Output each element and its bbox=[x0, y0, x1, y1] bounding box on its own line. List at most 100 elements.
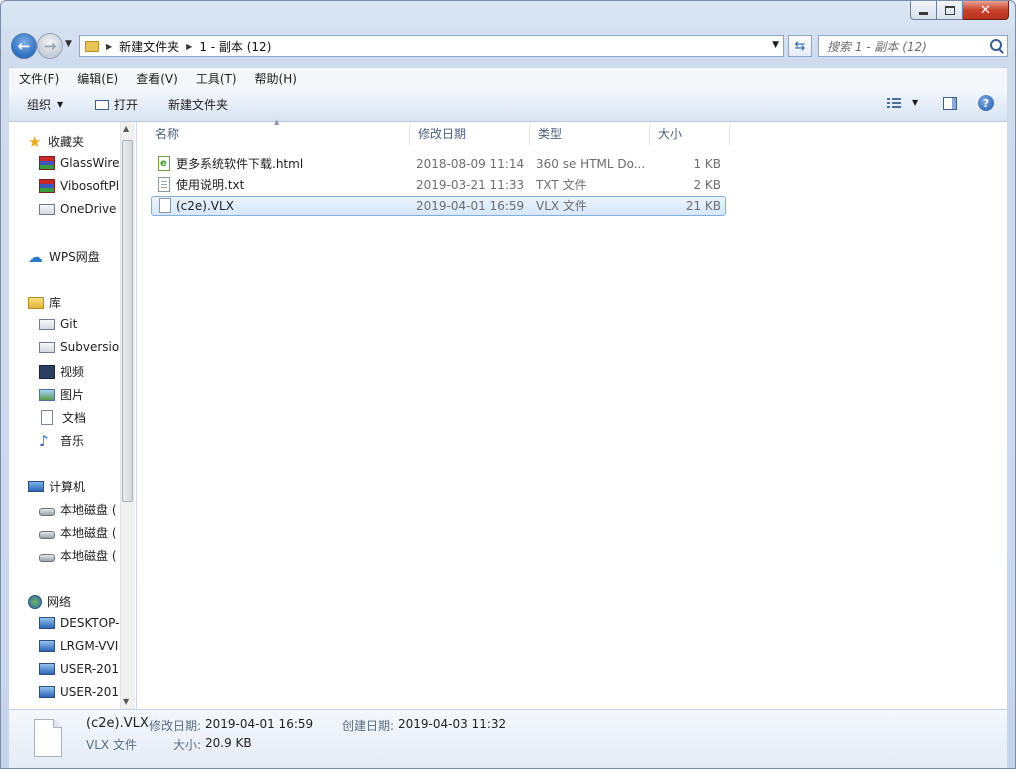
search-input[interactable] bbox=[825, 37, 989, 57]
file-row[interactable]: 更多系统软件下载.html 2018-08-09 11:14 360 se HT… bbox=[151, 154, 726, 174]
cloud-icon: ☁ bbox=[28, 247, 43, 266]
nav-item-documents[interactable]: 文档 bbox=[41, 409, 86, 426]
network-computer-icon bbox=[39, 640, 55, 652]
help-icon[interactable]: ? bbox=[978, 95, 994, 111]
nav-label: 本地磁盘 ( bbox=[60, 526, 117, 540]
nav-label: Git bbox=[60, 317, 78, 331]
nav-scrollbar[interactable]: ▲ ▼ bbox=[120, 122, 135, 709]
nav-item-local-disk-c[interactable]: 本地磁盘 ( bbox=[39, 501, 117, 518]
nav-item-vibosoft[interactable]: VibosoftPl bbox=[39, 179, 119, 193]
nav-item-network-pc[interactable]: DESKTOP- bbox=[39, 616, 119, 630]
archive-icon bbox=[39, 156, 55, 170]
file-type: 360 se HTML Do... bbox=[536, 157, 646, 171]
menu-file[interactable]: 文件(F) bbox=[9, 70, 67, 87]
organize-button[interactable]: 组织 ▼ bbox=[27, 96, 63, 113]
arrow-right-icon: → bbox=[43, 36, 57, 55]
nav-item-local-disk-e[interactable]: 本地磁盘 ( bbox=[39, 547, 117, 564]
file-row-selected[interactable]: (c2e).VLX 2019-04-01 16:59 VLX 文件 21 KB bbox=[151, 196, 726, 216]
address-bar[interactable]: ▶ 新建文件夹 ▶ 1 - 副本 (12) ▼ bbox=[79, 35, 784, 57]
view-dropdown-icon[interactable]: ▼ bbox=[912, 98, 918, 107]
scroll-up-icon[interactable]: ▲ bbox=[123, 124, 129, 133]
back-button[interactable]: ← bbox=[11, 33, 37, 59]
menu-help[interactable]: 帮助(H) bbox=[245, 70, 305, 87]
window-icon bbox=[95, 99, 109, 110]
nav-label: 本地磁盘 ( bbox=[60, 503, 117, 517]
nav-wps-drive[interactable]: ☁ WPS网盘 bbox=[28, 248, 100, 265]
chevron-down-icon[interactable]: ▼ bbox=[772, 40, 779, 50]
new-folder-button[interactable]: 新建文件夹 bbox=[168, 96, 228, 113]
breadcrumb-separator-icon[interactable]: ▶ bbox=[106, 42, 112, 51]
nav-computer[interactable]: 计算机 bbox=[28, 478, 85, 495]
nav-label: Subversio bbox=[60, 340, 120, 354]
open-button[interactable]: 打开 bbox=[95, 96, 138, 113]
nav-item-local-disk-d[interactable]: 本地磁盘 ( bbox=[39, 524, 117, 541]
nav-item-glasswire[interactable]: GlassWire bbox=[39, 156, 119, 170]
arrow-left-icon: ← bbox=[17, 36, 31, 55]
search-box[interactable] bbox=[818, 35, 1008, 57]
blank-file-icon bbox=[34, 719, 62, 757]
nav-item-pictures[interactable]: 图片 bbox=[39, 386, 84, 403]
view-options-icon[interactable] bbox=[887, 98, 901, 110]
nav-item-subversion[interactable]: Subversio bbox=[39, 340, 119, 354]
nav-item-network-pc[interactable]: LRGM-VVI bbox=[39, 639, 118, 653]
command-bar: 组织 ▼ 打开 新建文件夹 ▼ ? bbox=[9, 88, 1007, 122]
archive-icon bbox=[39, 179, 55, 193]
nav-network[interactable]: 网络 bbox=[28, 593, 71, 610]
nav-label: LRGM-VVI bbox=[60, 639, 119, 653]
column-header-modified[interactable]: 修改日期 bbox=[410, 122, 530, 146]
minimize-button[interactable] bbox=[910, 1, 937, 20]
file-row[interactable]: 使用说明.txt 2019-03-21 11:33 TXT 文件 2 KB bbox=[151, 175, 726, 195]
column-headers: ▲ 名称 修改日期 类型 大小 bbox=[137, 118, 737, 146]
picture-icon bbox=[39, 388, 55, 401]
file-list: ▲ 名称 修改日期 类型 大小 更多系统软件下载.html 2018-08-09… bbox=[137, 118, 1007, 709]
search-icon[interactable] bbox=[990, 39, 1002, 51]
file-type: VLX 文件 bbox=[536, 199, 587, 213]
menu-edit[interactable]: 编辑(E) bbox=[67, 70, 126, 87]
chevron-down-icon: ▼ bbox=[57, 100, 64, 109]
nav-label: 库 bbox=[49, 296, 62, 310]
details-file-type: VLX 文件 bbox=[86, 738, 137, 752]
text-file-icon bbox=[158, 177, 170, 192]
window-controls: ✕ bbox=[910, 1, 1009, 21]
details-size-label: 大小: bbox=[173, 738, 202, 752]
column-header-name[interactable]: 名称 bbox=[147, 122, 410, 146]
breadcrumb-item[interactable]: 新建文件夹 bbox=[119, 38, 179, 55]
menu-view[interactable]: 查看(V) bbox=[126, 70, 186, 87]
preview-pane-icon[interactable] bbox=[943, 97, 957, 110]
nav-label: OneDrive bbox=[60, 202, 117, 216]
network-icon bbox=[28, 594, 42, 609]
video-icon bbox=[39, 364, 55, 379]
scroll-down-icon[interactable]: ▼ bbox=[123, 697, 129, 706]
scroll-thumb[interactable] bbox=[122, 140, 133, 502]
maximize-button[interactable] bbox=[937, 1, 963, 20]
nav-item-network-pc[interactable]: USER-201 bbox=[39, 685, 119, 699]
nav-favorites[interactable]: ★ 收藏夹 bbox=[28, 133, 84, 150]
recent-pages-dropdown[interactable]: ▼ bbox=[65, 39, 72, 49]
nav-item-onedrive[interactable]: OneDrive bbox=[39, 202, 116, 216]
nav-label: 图片 bbox=[60, 388, 85, 402]
library-icon bbox=[28, 296, 44, 309]
nav-item-git[interactable]: Git bbox=[39, 317, 77, 331]
html-file-icon bbox=[158, 154, 170, 174]
nav-item-music[interactable]: ♪ 音乐 bbox=[39, 432, 84, 449]
refresh-button[interactable]: ⇆ bbox=[788, 35, 812, 57]
breadcrumb-item[interactable]: 1 - 副本 (12) bbox=[199, 38, 271, 55]
nav-label: 音乐 bbox=[60, 434, 85, 448]
document-icon bbox=[41, 410, 53, 425]
blank-file-icon bbox=[159, 198, 171, 213]
nav-libraries[interactable]: 库 bbox=[28, 294, 61, 311]
close-button[interactable]: ✕ bbox=[963, 1, 1009, 20]
menu-tools[interactable]: 工具(T) bbox=[186, 70, 245, 87]
nav-item-videos[interactable]: 视频 bbox=[39, 363, 84, 380]
organize-label: 组织 bbox=[27, 98, 52, 112]
breadcrumb-separator-icon[interactable]: ▶ bbox=[186, 42, 192, 51]
details-modified-label: 修改日期: bbox=[149, 719, 202, 733]
file-type: TXT 文件 bbox=[536, 178, 587, 192]
forward-button[interactable]: → bbox=[37, 33, 63, 59]
column-header-type[interactable]: 类型 bbox=[530, 122, 650, 146]
maximize-icon bbox=[944, 5, 955, 15]
close-icon: ✕ bbox=[980, 2, 991, 18]
column-header-size[interactable]: 大小 bbox=[650, 122, 730, 146]
nav-item-network-pc[interactable]: USER-201 bbox=[39, 662, 119, 676]
file-name: 使用说明.txt bbox=[176, 178, 245, 192]
